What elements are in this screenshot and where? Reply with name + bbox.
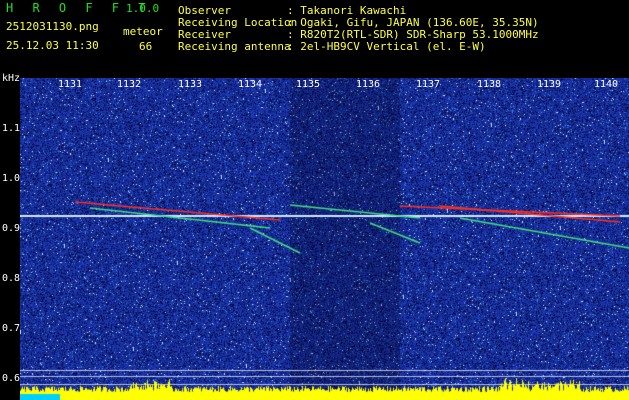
- meteor-label: meteor: [123, 25, 163, 38]
- y-tick-0-9: 0.9: [2, 223, 21, 234]
- y-axis-unit: kHz: [2, 73, 21, 84]
- x-tick-1131: 1131: [57, 79, 83, 90]
- x-tick-1140: 1140: [593, 79, 619, 90]
- x-tick-1136: 1136: [355, 79, 381, 90]
- x-tick-1138: 1138: [476, 79, 502, 90]
- x-tick-1139: 1139: [536, 79, 562, 90]
- info-value-receiver: : R820T2(RTL-SDR) SDR-Sharp 53.1000MHz: [287, 28, 539, 41]
- info-value-antenna: : 2el-HB9CV Vertical (el. E-W): [287, 40, 486, 53]
- info-label-receiver: Receiver: [178, 28, 231, 41]
- y-tick-0-8: 0.8: [2, 273, 21, 284]
- y-tick-0-6: 0.6: [2, 373, 21, 384]
- spectrogram: [20, 78, 629, 400]
- x-tick-1132: 1132: [116, 79, 142, 90]
- hrofft-screen: { "app": {"name": "H R O F F T", "versio…: [0, 0, 629, 400]
- x-tick-1134: 1134: [237, 79, 263, 90]
- meteor-count: 66: [139, 40, 153, 53]
- x-tick-1137: 1137: [415, 79, 441, 90]
- x-tick-1135: 1135: [295, 79, 321, 90]
- info-value-observer: : Takanori Kawachi: [287, 4, 407, 17]
- y-tick-0-7: 0.7: [2, 323, 21, 334]
- info-label-location: Receiving Location: [178, 16, 298, 29]
- info-label-observer: Observer: [178, 4, 231, 17]
- info-value-location: : Ogaki, Gifu, JAPAN (136.60E, 35.35N): [287, 16, 539, 29]
- y-tick-1-1: 1.1: [2, 123, 21, 134]
- capture-datetime: 25.12.03 11:30: [6, 39, 99, 52]
- app-version: 1.0.0: [126, 2, 160, 15]
- y-tick-1-0: 1.0: [2, 173, 21, 184]
- image-filename: 2512031130.png: [6, 20, 99, 33]
- x-tick-1133: 1133: [177, 79, 203, 90]
- info-label-antenna: Receiving antenna: [178, 40, 291, 53]
